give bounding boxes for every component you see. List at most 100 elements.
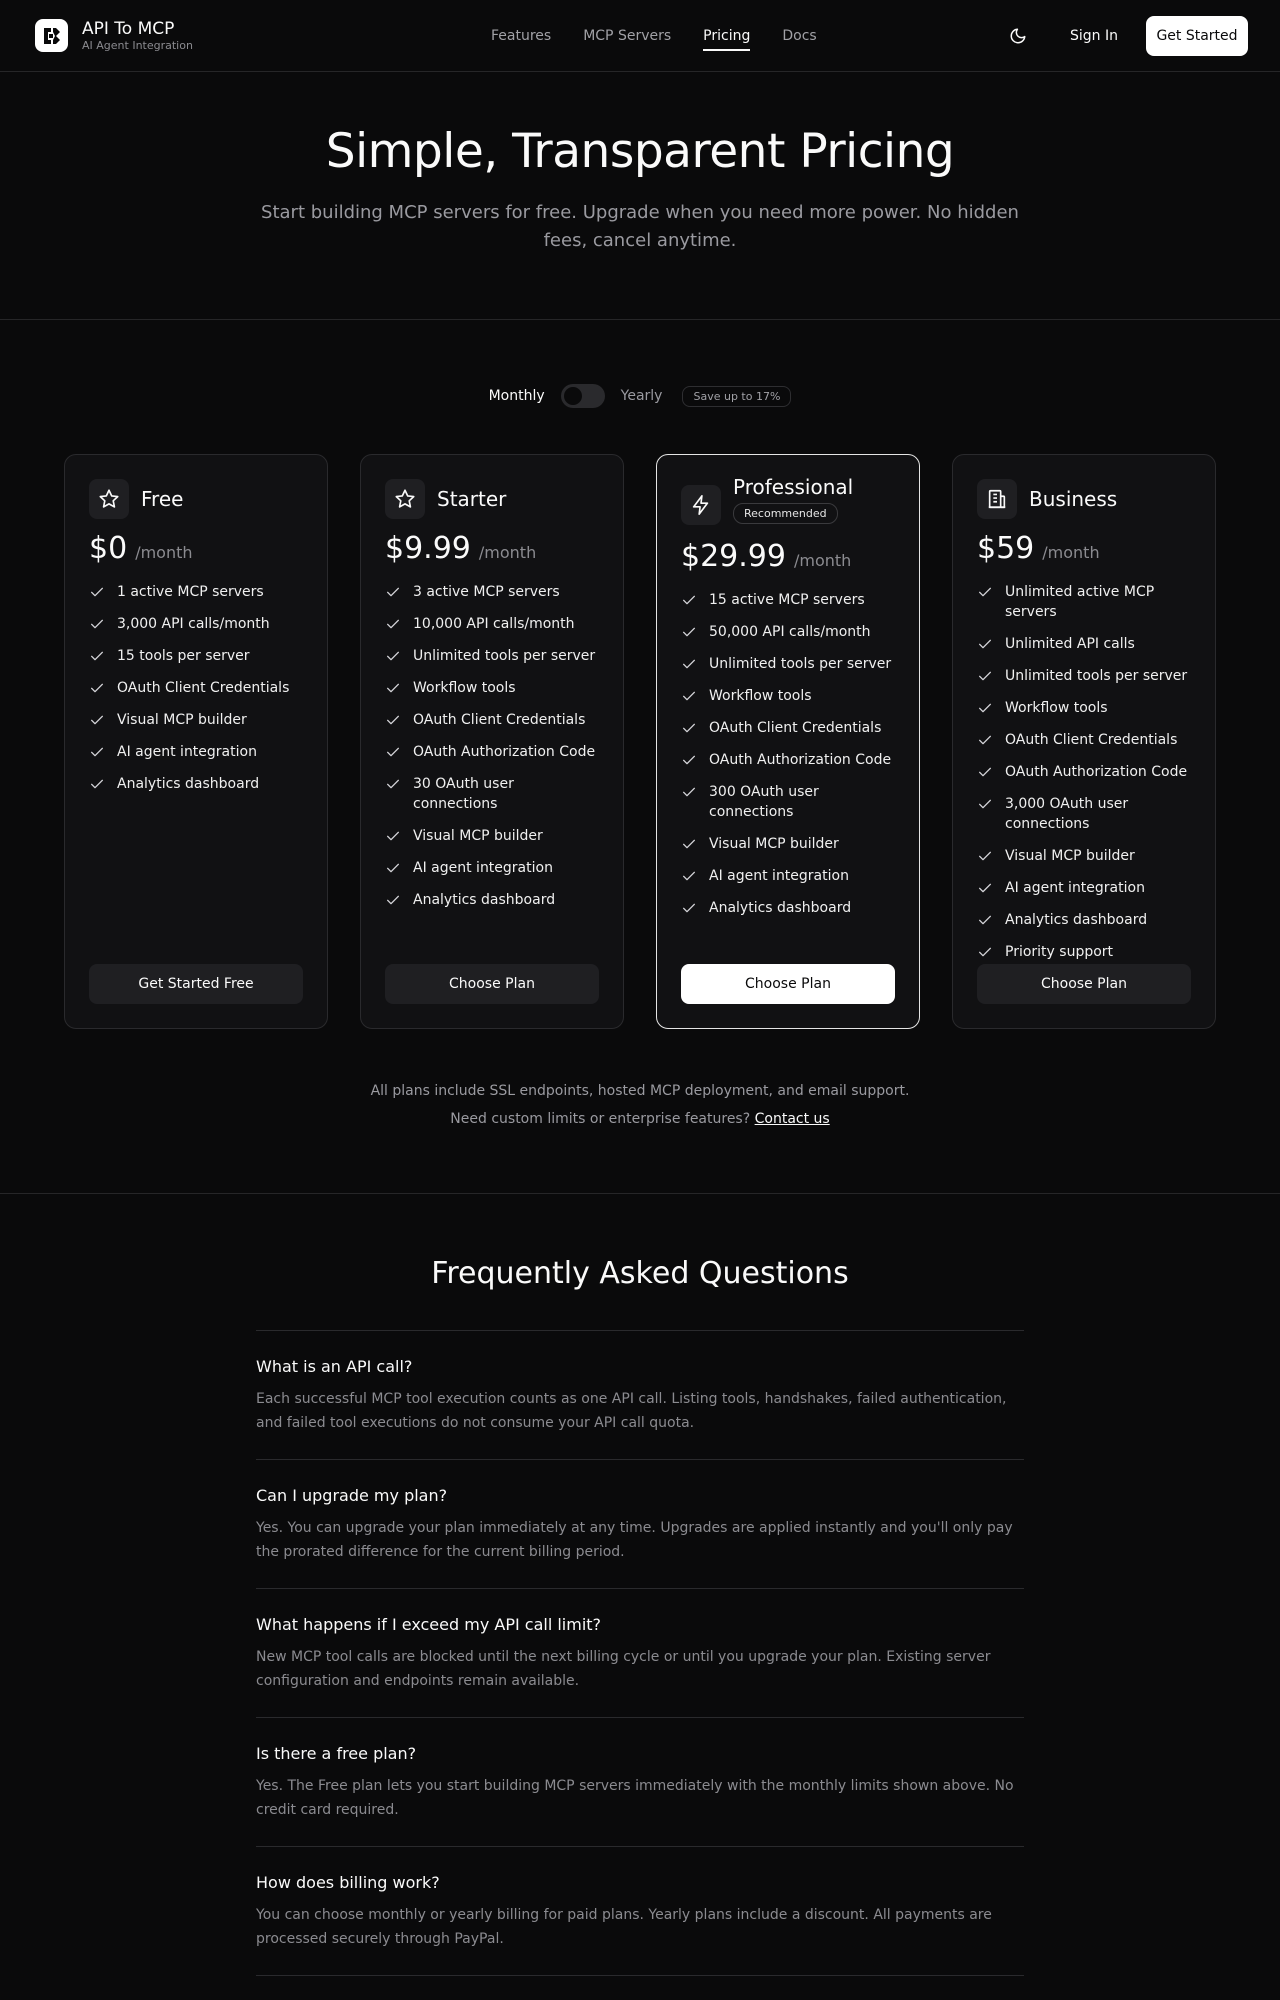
feature-text: 3,000 API calls/month: [117, 616, 270, 632]
logo-icon: [35, 19, 68, 52]
star-icon: [89, 479, 129, 519]
feature-text: Analytics dashboard: [117, 776, 260, 792]
sign-in-link[interactable]: Sign In: [1070, 28, 1118, 44]
billing-toggle[interactable]: [560, 384, 605, 408]
feature-item: AI agent integration: [681, 866, 895, 886]
feature-item: 30 OAuth user connections: [385, 774, 599, 814]
plan-period: /month: [478, 543, 537, 562]
monthly-label[interactable]: Monthly: [489, 388, 545, 404]
faq-section: Frequently Asked Questions What is an AP…: [0, 1193, 1280, 1976]
feature-item: OAuth Client Credentials: [89, 678, 303, 698]
check-icon: [89, 742, 105, 762]
brand-name: API To MCP: [82, 18, 175, 39]
feature-item: Workflow tools: [977, 698, 1191, 718]
check-icon: [977, 942, 993, 962]
feature-text: Unlimited API calls: [1005, 636, 1135, 652]
faq-answer: Yes. You can upgrade your plan immediate…: [256, 1520, 1013, 1560]
get-started-free-button[interactable]: Get Started Free: [89, 964, 303, 1004]
building-icon: [977, 479, 1017, 519]
choose-plan-button[interactable]: Choose Plan: [385, 964, 599, 1004]
feature-text: Analytics dashboard: [709, 900, 852, 916]
feature-item: Analytics dashboard: [681, 898, 895, 918]
choose-plan-button[interactable]: Choose Plan: [681, 964, 895, 1004]
nav-mcp-servers[interactable]: MCP Servers: [583, 28, 671, 44]
check-icon: [89, 774, 105, 794]
check-icon: [89, 614, 105, 634]
check-icon: [681, 622, 697, 642]
faq-answer: Each successful MCP tool execution count…: [256, 1391, 1007, 1431]
plan-price: $29.99: [681, 539, 786, 574]
get-started-button[interactable]: Get Started: [1146, 15, 1248, 56]
yearly-label[interactable]: Yearly: [621, 388, 663, 404]
check-icon: [977, 910, 993, 930]
feature-text: Visual MCP builder: [413, 828, 543, 844]
feature-item: OAuth Client Credentials: [681, 718, 895, 738]
star-icon: [385, 479, 425, 519]
check-icon: [89, 678, 105, 698]
feature-text: Visual MCP builder: [709, 836, 839, 852]
page-subtitle: Start building MCP servers for free. Upg…: [261, 202, 1019, 251]
feature-text: Analytics dashboard: [413, 892, 556, 908]
check-icon: [977, 878, 993, 898]
faq-answer: New MCP tool calls are blocked until the…: [256, 1649, 991, 1689]
choose-plan-button[interactable]: Choose Plan: [977, 964, 1191, 1004]
feature-text: Visual MCP builder: [1005, 848, 1135, 864]
check-icon: [681, 782, 697, 802]
check-icon: [977, 762, 993, 782]
faq-item: What is an API call? Each successful MCP…: [256, 1331, 1024, 1460]
feature-text: Analytics dashboard: [1005, 912, 1148, 928]
feature-list: Unlimited active MCP servers Unlimited AP…: [977, 582, 1191, 962]
feature-text: 15 active MCP servers: [709, 592, 865, 608]
plan-card-business: Business $59 /month Unlimited active MCP…: [952, 454, 1216, 1029]
check-icon: [977, 846, 993, 866]
feature-item: 50,000 API calls/month: [681, 622, 895, 642]
theme-toggle-moon-icon[interactable]: [1006, 24, 1030, 48]
nav-docs[interactable]: Docs: [782, 28, 816, 44]
faq-item: What happens if I exceed my API call lim…: [256, 1589, 1024, 1718]
feature-item: 15 tools per server: [89, 646, 303, 666]
faq-list: What is an API call? Each successful MCP…: [256, 1330, 1024, 1976]
plan-period: /month: [135, 543, 193, 562]
check-icon: [385, 826, 401, 846]
feature-item: 3,000 API calls/month: [89, 614, 303, 634]
feature-item: Priority support: [977, 942, 1191, 962]
feature-text: 10,000 API calls/month: [413, 616, 575, 632]
feature-text: 50,000 API calls/month: [709, 624, 871, 640]
plan-cards: Free $0 /month 1 active MCP servers 3,000…: [0, 454, 1280, 1029]
nav-pricing[interactable]: Pricing: [703, 28, 751, 51]
feature-text: Unlimited tools per server: [1005, 668, 1188, 684]
check-icon: [385, 582, 401, 602]
brand[interactable]: API To MCP AI Agent Integration: [35, 19, 193, 53]
feature-item: 3,000 OAuth user connections: [977, 794, 1191, 834]
check-icon: [977, 794, 993, 814]
feature-text: AI agent integration: [1005, 880, 1145, 896]
check-icon: [977, 730, 993, 750]
feature-item: Workflow tools: [681, 686, 895, 706]
feature-item: Unlimited tools per server: [385, 646, 599, 666]
feature-item: Visual MCP builder: [385, 826, 599, 846]
plan-card-free: Free $0 /month 1 active MCP servers 3,000…: [64, 454, 328, 1029]
feature-item: Analytics dashboard: [977, 910, 1191, 930]
check-icon: [385, 710, 401, 730]
feature-text: Workflow tools: [709, 688, 812, 704]
faq-title: Frequently Asked Questions: [431, 1256, 849, 1291]
feature-text: Unlimited tools per server: [413, 648, 596, 664]
plan-price: $59: [977, 531, 1035, 566]
feature-text: OAuth Authorization Code: [1005, 764, 1188, 780]
feature-text: 300 OAuth user connections: [709, 784, 819, 820]
nav-features[interactable]: Features: [491, 28, 551, 44]
contact-us-link[interactable]: Contact us: [755, 1111, 830, 1127]
feature-text: AI agent integration: [709, 868, 849, 884]
faq-item: Can I upgrade my plan? Yes. You can upgr…: [256, 1460, 1024, 1589]
plan-name: Free: [141, 487, 184, 511]
feature-text: Visual MCP builder: [117, 712, 247, 728]
plans-include-note: All plans include SSL endpoints, hosted …: [370, 1083, 910, 1099]
check-icon: [977, 582, 993, 602]
check-icon: [385, 774, 401, 794]
plan-price: $9.99: [385, 531, 471, 566]
check-icon: [681, 834, 697, 854]
brand-tagline: AI Agent Integration: [82, 38, 193, 52]
feature-item: Analytics dashboard: [385, 890, 599, 910]
feature-item: Unlimited API calls: [977, 634, 1191, 654]
feature-text: 1 active MCP servers: [117, 584, 264, 600]
